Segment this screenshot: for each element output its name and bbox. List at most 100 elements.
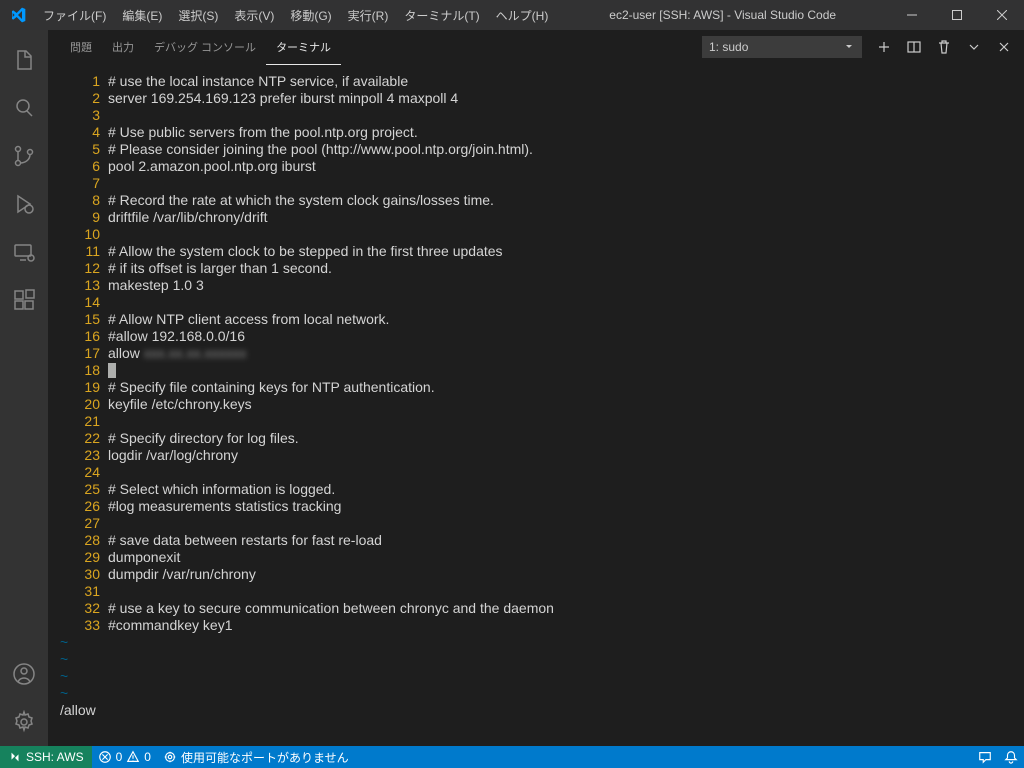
window-controls (889, 0, 1024, 30)
line-number: 16 (52, 328, 108, 345)
source-control-icon[interactable] (0, 132, 48, 180)
line-content: # Specify directory for log files. (108, 430, 1020, 447)
notifications-bell-icon[interactable] (998, 750, 1024, 764)
explorer-icon[interactable] (0, 36, 48, 84)
accounts-icon[interactable] (0, 650, 48, 698)
terminal-line: 33#commandkey key1 (52, 617, 1020, 634)
line-number: 12 (52, 260, 108, 277)
line-number: 9 (52, 209, 108, 226)
line-content: dumponexit (108, 549, 1020, 566)
feedback-icon[interactable] (972, 750, 998, 764)
terminal-line: 13makestep 1.0 3 (52, 277, 1020, 294)
line-number: 7 (52, 175, 108, 192)
terminal-cursor (108, 363, 116, 378)
terminal-selector-label: 1: sudo (709, 40, 748, 54)
line-number: 19 (52, 379, 108, 396)
terminal-line: 4# Use public servers from the pool.ntp.… (52, 124, 1020, 141)
menu-item[interactable]: ファイル(F) (35, 7, 114, 24)
line-content: # Specify file containing keys for NTP a… (108, 379, 1020, 396)
terminal-line: 18 (52, 362, 1020, 379)
new-terminal-button[interactable] (876, 39, 892, 55)
warning-count: 0 (144, 750, 151, 764)
line-content (108, 107, 1020, 124)
terminal-selector-dropdown[interactable]: 1: sudo (702, 36, 862, 58)
settings-gear-icon[interactable] (0, 698, 48, 746)
minimize-button[interactable] (889, 0, 934, 30)
problems-indicator[interactable]: 0 0 (92, 750, 157, 764)
line-number: 10 (52, 226, 108, 243)
menu-item[interactable]: ヘルプ(H) (488, 7, 557, 24)
terminal-line: 14 (52, 294, 1020, 311)
line-content (108, 175, 1020, 192)
menu-item[interactable]: 実行(R) (340, 7, 397, 24)
line-content: # if its offset is larger than 1 second. (108, 260, 1020, 277)
maximize-button[interactable] (934, 0, 979, 30)
line-content: keyfile /etc/chrony.keys (108, 396, 1020, 413)
line-number: 25 (52, 481, 108, 498)
line-content (108, 583, 1020, 600)
panel-tab[interactable]: デバッグ コンソール (144, 30, 266, 65)
split-terminal-button[interactable] (906, 39, 922, 55)
window-title: ec2-user [SSH: AWS] - Visual Studio Code (556, 8, 889, 22)
menu-item[interactable]: 表示(V) (226, 7, 282, 24)
line-number: 28 (52, 532, 108, 549)
panel-tabs: 問題出力デバッグ コンソールターミナル 1: sudo (48, 30, 1024, 65)
panel-tab[interactable]: 出力 (102, 30, 144, 65)
search-icon[interactable] (0, 84, 48, 132)
status-bar: SSH: AWS 0 0 使用可能なポートがありません (0, 746, 1024, 768)
terminal-line: 19# Specify file containing keys for NTP… (52, 379, 1020, 396)
menu-item[interactable]: 編集(E) (114, 7, 170, 24)
line-number: 22 (52, 430, 108, 447)
remote-indicator[interactable]: SSH: AWS (0, 746, 92, 768)
terminal-line: 8# Record the rate at which the system c… (52, 192, 1020, 209)
terminal-line: 28# save data between restarts for fast … (52, 532, 1020, 549)
line-content: driftfile /var/lib/chrony/drift (108, 209, 1020, 226)
extensions-icon[interactable] (0, 276, 48, 324)
remote-explorer-icon[interactable] (0, 228, 48, 276)
terminal-line: 32# use a key to secure communication be… (52, 600, 1020, 617)
menu-item[interactable]: 移動(G) (282, 7, 339, 24)
line-content (108, 413, 1020, 430)
close-button[interactable] (979, 0, 1024, 30)
terminal-line: 17allow xxx.xx.xx.xxxxxx (52, 345, 1020, 362)
line-content: # save data between restarts for fast re… (108, 532, 1020, 549)
terminal-content[interactable]: 1# use the local instance NTP service, i… (48, 65, 1024, 746)
terminal-line: 12# if its offset is larger than 1 secon… (52, 260, 1020, 277)
line-content (108, 515, 1020, 532)
line-content: dumpdir /var/run/chrony (108, 566, 1020, 583)
ports-indicator[interactable]: 使用可能なポートがありません (157, 749, 355, 766)
terminal-line: 30dumpdir /var/run/chrony (52, 566, 1020, 583)
terminal-line: 26#log measurements statistics tracking (52, 498, 1020, 515)
line-number: 2 (52, 90, 108, 107)
menu-item[interactable]: ターミナル(T) (396, 7, 487, 24)
panel-tab[interactable]: ターミナル (266, 30, 341, 65)
line-number: 29 (52, 549, 108, 566)
line-number: 21 (52, 413, 108, 430)
terminal-line: 11# Allow the system clock to be stepped… (52, 243, 1020, 260)
terminal-line: 7 (52, 175, 1020, 192)
line-number: 6 (52, 158, 108, 175)
close-panel-button[interactable] (996, 39, 1012, 55)
menu-item[interactable]: 選択(S) (170, 7, 226, 24)
line-number: 30 (52, 566, 108, 583)
line-number: 1 (52, 73, 108, 90)
kill-terminal-button[interactable] (936, 39, 952, 55)
line-content: # Allow NTP client access from local net… (108, 311, 1020, 328)
line-content: server 169.254.169.123 prefer iburst min… (108, 90, 1020, 107)
terminal-line: 16#allow 192.168.0.0/16 (52, 328, 1020, 345)
line-number: 26 (52, 498, 108, 515)
vim-empty-line: ~ (52, 685, 1020, 702)
panel-tab[interactable]: 問題 (60, 30, 102, 65)
panel-chevron-down-icon[interactable] (966, 39, 982, 55)
line-number: 15 (52, 311, 108, 328)
line-number: 31 (52, 583, 108, 600)
terminal-line: 20keyfile /etc/chrony.keys (52, 396, 1020, 413)
vim-empty-line: ~ (52, 634, 1020, 651)
line-content: logdir /var/log/chrony (108, 447, 1020, 464)
run-debug-icon[interactable] (0, 180, 48, 228)
remote-label: SSH: AWS (26, 750, 84, 764)
line-content: # use the local instance NTP service, if… (108, 73, 1020, 90)
line-content: # Select which information is logged. (108, 481, 1020, 498)
terminal-line: 15# Allow NTP client access from local n… (52, 311, 1020, 328)
title-bar: ファイル(F)編集(E)選択(S)表示(V)移動(G)実行(R)ターミナル(T)… (0, 0, 1024, 30)
